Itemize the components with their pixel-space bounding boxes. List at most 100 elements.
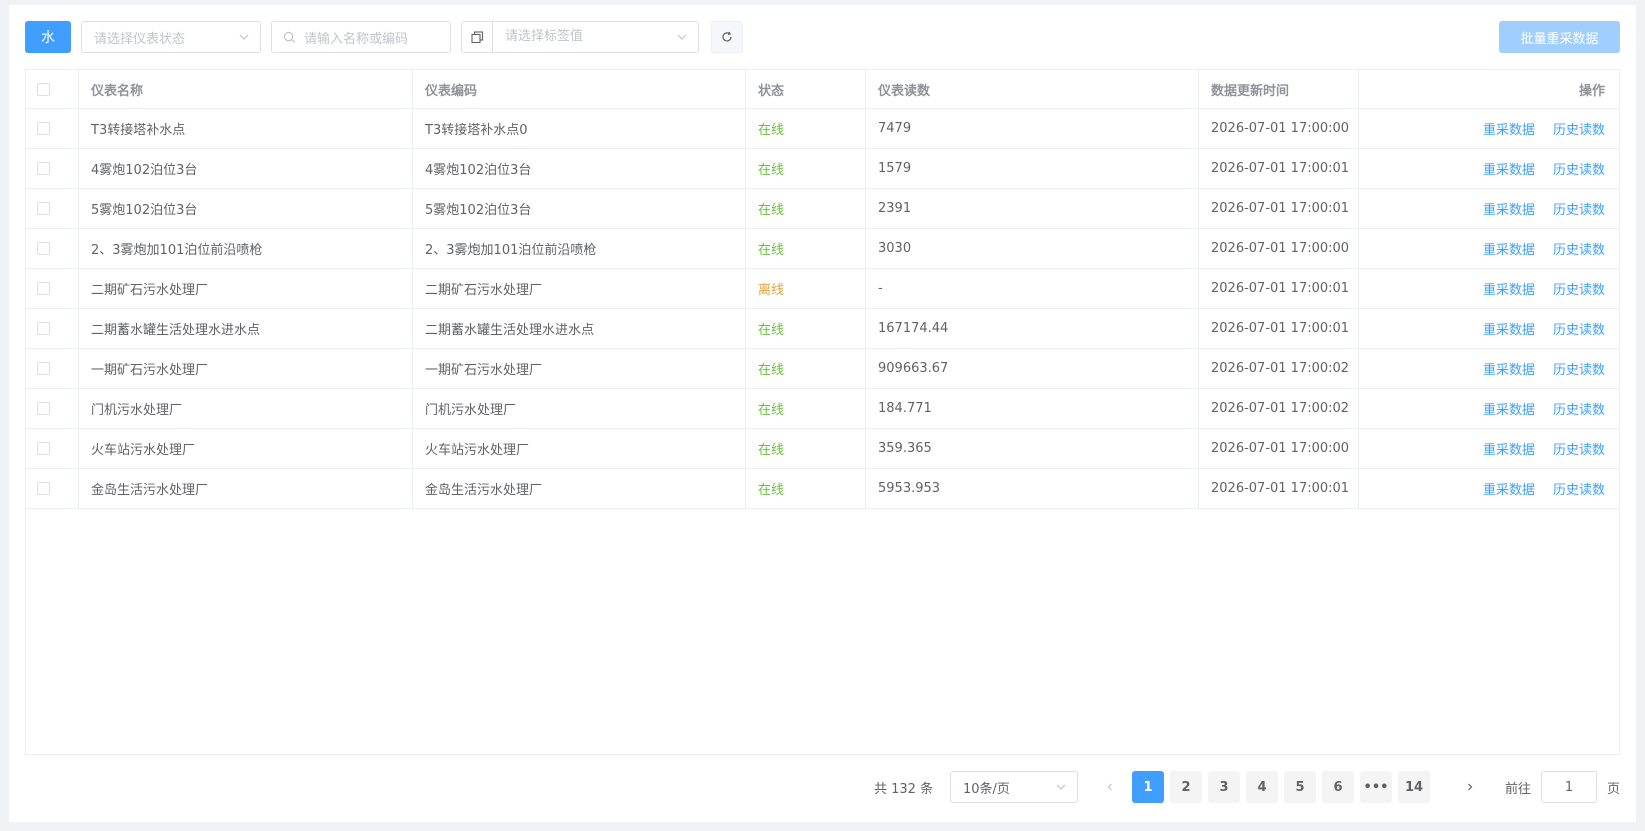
header-reading: 仪表读数	[866, 70, 1199, 108]
history-link[interactable]: 历史读数	[1553, 399, 1605, 418]
row-checkbox[interactable]	[37, 282, 50, 295]
page-button[interactable]: 3	[1208, 771, 1240, 803]
search-icon	[283, 31, 296, 44]
update-time: 2026-07-01 17:00:00	[1199, 429, 1359, 468]
history-link[interactable]: 历史读数	[1553, 319, 1605, 338]
recollect-link[interactable]: 重采数据	[1483, 359, 1535, 378]
header-code: 仪表编码	[413, 70, 746, 108]
table-row: 门机污水处理厂 门机污水处理厂 在线 184.771 2026-07-01 17:00:…	[26, 389, 1619, 429]
history-link[interactable]: 历史读数	[1553, 359, 1605, 378]
table-row: 一期矿石污水处理厂 一期矿石污水处理厂 在线 909663.67 2026-07-01 …	[26, 349, 1619, 389]
chevron-right-icon	[1468, 783, 1473, 791]
status-badge: 在线	[746, 389, 866, 428]
table-body: T3转接塔补水点 T3转接塔补水点0 在线 7479 2026-07-01 17:00:…	[26, 109, 1619, 509]
recollect-link[interactable]: 重采数据	[1483, 319, 1535, 338]
row-actions: 重采数据 历史读数	[1359, 309, 1619, 348]
meter-reading: -	[866, 269, 1199, 308]
recollect-link[interactable]: 重采数据	[1483, 119, 1535, 138]
history-link[interactable]: 历史读数	[1553, 279, 1605, 298]
table-row: 2、3雾炮加101泊位前沿喷枪 2、3雾炮加101泊位前沿喷枪 在线 3030 2026…	[26, 229, 1619, 269]
row-checkbox[interactable]	[37, 122, 50, 135]
header-checkbox-cell	[26, 70, 79, 108]
select-all-checkbox[interactable]	[37, 82, 50, 96]
row-checkbox[interactable]	[37, 402, 50, 415]
chevron-down-icon	[1056, 784, 1066, 790]
row-checkbox-cell	[26, 189, 79, 228]
history-link[interactable]: 历史读数	[1553, 439, 1605, 458]
recollect-link[interactable]: 重采数据	[1483, 199, 1535, 218]
row-checkbox-cell	[26, 469, 79, 508]
page-button[interactable]: 1	[1132, 771, 1164, 803]
meter-code: T3转接塔补水点0	[413, 109, 746, 148]
table-row: T3转接塔补水点 T3转接塔补水点0 在线 7479 2026-07-01 17:00:…	[26, 109, 1619, 149]
row-actions: 重采数据 历史读数	[1359, 469, 1619, 508]
status-badge: 在线	[746, 429, 866, 468]
meter-reading: 3030	[866, 229, 1199, 268]
table-row: 二期矿石污水处理厂 二期矿石污水处理厂 离线 -2026-07-01 17:00:01…	[26, 269, 1619, 309]
recollect-link[interactable]: 重采数据	[1483, 159, 1535, 178]
page-button[interactable]: 14	[1398, 771, 1430, 803]
row-checkbox-cell	[26, 349, 79, 388]
tag-select[interactable]: 请选择标签值	[505, 22, 583, 52]
status-badge: 在线	[746, 229, 866, 268]
table-row: 5雾炮102泊位3台 5雾炮102泊位3台 在线 2391 2026-07-01 17:…	[26, 189, 1619, 229]
table-row: 金岛生活污水处理厂 金岛生活污水处理厂 在线 5953.953 2026-07-01 1…	[26, 469, 1619, 509]
status-select-placeholder: 请选择仪表状态	[94, 31, 186, 47]
recollect-link[interactable]: 重采数据	[1483, 239, 1535, 258]
history-link[interactable]: 历史读数	[1553, 199, 1605, 218]
header-time: 数据更新时间	[1199, 70, 1359, 108]
meter-reading: 909663.67	[866, 349, 1199, 388]
meter-code: 火车站污水处理厂	[413, 429, 746, 468]
update-time: 2026-07-01 17:00:02	[1199, 389, 1359, 428]
goto-page-input[interactable]: 1	[1541, 771, 1597, 803]
row-checkbox[interactable]	[37, 202, 50, 215]
update-time: 2026-07-01 17:00:01	[1199, 309, 1359, 348]
row-checkbox-cell	[26, 389, 79, 428]
row-checkbox[interactable]	[37, 162, 50, 175]
recollect-link[interactable]: 重采数据	[1483, 479, 1535, 498]
meter-name: 火车站污水处理厂	[79, 429, 413, 468]
history-link[interactable]: 历史读数	[1553, 159, 1605, 178]
row-actions: 重采数据 历史读数	[1359, 109, 1619, 148]
table-row: 二期蓄水罐生活处理水进水点 二期蓄水罐生活处理水进水点 在线 167174.44 202…	[26, 309, 1619, 349]
row-checkbox[interactable]	[37, 362, 50, 375]
page-button[interactable]: 4	[1246, 771, 1278, 803]
history-link[interactable]: 历史读数	[1553, 479, 1605, 498]
row-checkbox[interactable]	[37, 482, 50, 495]
water-type-button[interactable]: 水	[25, 21, 71, 53]
status-select[interactable]: 请选择仪表状态	[81, 21, 261, 53]
row-checkbox[interactable]	[37, 322, 50, 335]
meter-reading: 359.365	[866, 429, 1199, 468]
history-link[interactable]: 历史读数	[1553, 119, 1605, 138]
status-badge: 在线	[746, 349, 866, 388]
search-input[interactable]: 请输入名称或编码	[271, 21, 451, 53]
row-checkbox-cell	[26, 309, 79, 348]
row-checkbox[interactable]	[37, 242, 50, 255]
meter-code: 二期矿石污水处理厂	[413, 269, 746, 308]
status-badge: 在线	[746, 189, 866, 228]
row-checkbox-cell	[26, 149, 79, 188]
next-page-button[interactable]	[1454, 771, 1486, 803]
status-badge: 在线	[746, 149, 866, 188]
row-checkbox[interactable]	[37, 442, 50, 455]
meter-name: T3转接塔补水点	[79, 109, 413, 148]
recollect-link[interactable]: 重采数据	[1483, 439, 1535, 458]
history-link[interactable]: 历史读数	[1553, 239, 1605, 258]
page-button[interactable]: 5	[1284, 771, 1316, 803]
copy-button[interactable]	[462, 22, 493, 52]
refresh-button[interactable]	[711, 21, 743, 53]
chevron-down-icon	[677, 34, 687, 40]
chevron-left-icon	[1107, 783, 1112, 791]
row-actions: 重采数据 历史读数	[1359, 149, 1619, 188]
prev-page-button[interactable]	[1094, 771, 1126, 803]
meter-reading: 2391	[866, 189, 1199, 228]
recollect-link[interactable]: 重采数据	[1483, 399, 1535, 418]
page-size-select[interactable]: 10条/页	[950, 771, 1078, 803]
header-ops: 操作	[1578, 83, 1605, 99]
page-button[interactable]: 2	[1170, 771, 1202, 803]
table-header: 仪表名称 仪表编码 状态 仪表读数 数据更新时间 操作	[26, 70, 1619, 109]
batch-recollect-button[interactable]: 批量重采数据	[1499, 21, 1620, 53]
page-ellipsis[interactable]: •••	[1360, 771, 1392, 803]
page-button[interactable]: 6	[1322, 771, 1354, 803]
recollect-link[interactable]: 重采数据	[1483, 279, 1535, 298]
